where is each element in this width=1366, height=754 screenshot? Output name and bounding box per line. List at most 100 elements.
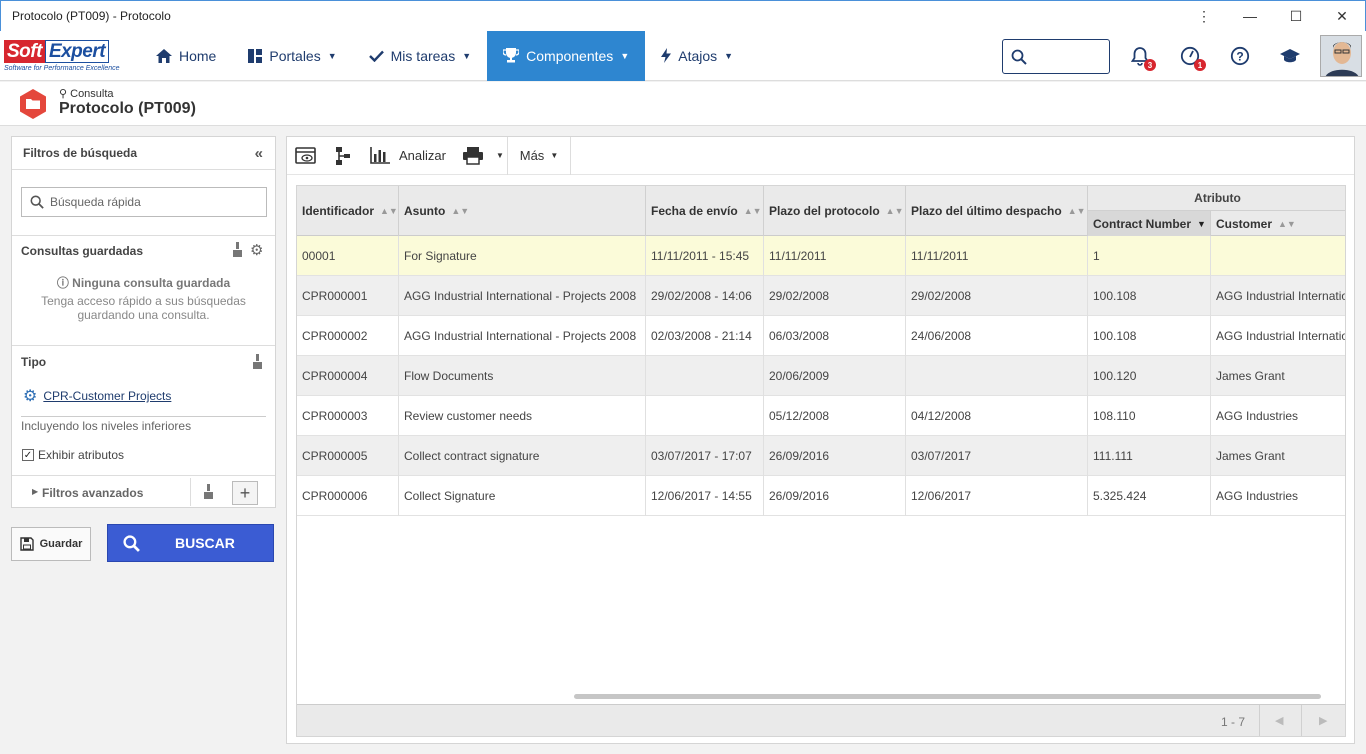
table-cell: 04/12/2008 xyxy=(906,396,1088,436)
column-header-label: Asunto xyxy=(404,204,446,218)
table-cell: 03/07/2017 xyxy=(906,436,1088,476)
print-options-dropdown[interactable]: ▼ xyxy=(493,137,507,175)
nav-portales[interactable]: Portales ▼ xyxy=(232,31,352,81)
filters-panel: Filtros de búsqueda « Búsqueda rápida Co… xyxy=(11,136,276,508)
table-row[interactable]: CPR000004 Flow Documents 20/06/2009 100.120… xyxy=(297,356,1345,396)
column-header[interactable]: Customer ▲▼ xyxy=(1211,211,1345,236)
gear-icon[interactable]: ⚙ xyxy=(250,241,263,259)
more-options-icon[interactable]: ⋮ xyxy=(1181,1,1227,31)
table-cell: For Signature xyxy=(399,236,646,276)
table-cell: Flow Documents xyxy=(399,356,646,396)
table-cell: 26/09/2016 xyxy=(764,436,906,476)
user-photo xyxy=(1321,36,1361,76)
notifications-button[interactable]: 3 xyxy=(1128,44,1156,71)
table-row[interactable]: CPR000006 Collect Signature 12/06/2017 - 1… xyxy=(297,476,1345,516)
print-button[interactable] xyxy=(453,137,493,175)
column-header-label: Identificador xyxy=(302,204,375,218)
nav-home[interactable]: Home xyxy=(140,31,232,81)
help-icon: ? xyxy=(1230,46,1250,66)
nav-atajos[interactable]: Atajos ▼ xyxy=(645,31,749,81)
table-cell: Collect contract signature xyxy=(399,436,646,476)
table-cell: James Grant xyxy=(1211,436,1345,476)
table-cell xyxy=(646,396,764,436)
search-button[interactable]: BUSCAR xyxy=(107,524,274,562)
table-cell: CPR000005 xyxy=(297,436,399,476)
table-cell: 06/03/2008 xyxy=(764,316,906,356)
saved-queries-title: Consultas guardadas xyxy=(21,244,144,258)
hierarchy-icon xyxy=(336,146,350,165)
workflow-button[interactable] xyxy=(323,137,363,175)
attribute-group-header: Atributo xyxy=(1088,186,1345,211)
table-cell xyxy=(646,356,764,396)
table-row[interactable]: CPR000003 Review customer needs 05/12/2008… xyxy=(297,396,1345,436)
clear-brush-icon[interactable] xyxy=(232,242,243,260)
no-saved-queries-title: ⓘ Ninguna consulta guardada xyxy=(12,274,275,291)
results-panel: Analizar ▼ Más ▼ Identificador ▲▼ Asunto ▲… xyxy=(286,136,1355,744)
table-row[interactable]: CPR000002 AGG Industrial International - … xyxy=(297,316,1345,356)
collapse-panel-icon[interactable]: « xyxy=(255,145,263,162)
horizontal-scrollbar[interactable] xyxy=(574,694,1321,699)
analyze-label: Analizar xyxy=(399,148,446,163)
nav-componentes[interactable]: Componentes ▼ xyxy=(487,30,646,81)
column-header-sorted[interactable]: Contract Number ▼ xyxy=(1088,211,1211,236)
graduation-cap-icon xyxy=(1280,49,1300,63)
alerts-button[interactable]: 1 xyxy=(1178,44,1206,71)
table-row[interactable]: 00001 For Signature 11/11/2011 - 15:45 11/1… xyxy=(297,236,1345,276)
quick-search-input[interactable]: Búsqueda rápida xyxy=(21,187,267,217)
help-button[interactable]: ? xyxy=(1228,44,1252,68)
add-filter-button[interactable]: + xyxy=(232,481,258,505)
previous-page-button[interactable]: ◀ xyxy=(1275,714,1283,727)
show-attributes-checkbox[interactable]: ✓ Exhibir atributos xyxy=(22,448,124,462)
view-button[interactable] xyxy=(287,137,323,175)
divider xyxy=(1259,705,1260,736)
close-button[interactable]: ✕ xyxy=(1319,1,1365,31)
analyze-button[interactable]: Analizar xyxy=(363,137,453,175)
type-value-link[interactable]: ⚙ CPR-Customer Projects xyxy=(23,386,171,406)
clear-brush-icon[interactable] xyxy=(252,354,263,372)
grid-footer: 1 - 7 ◀ ▶ xyxy=(297,704,1345,736)
softexpert-logo[interactable]: Soft Expert Software for Performance Exc… xyxy=(2,31,140,81)
global-search-input[interactable] xyxy=(1002,39,1110,74)
results-toolbar: Analizar ▼ Más ▼ xyxy=(287,136,1354,175)
home-icon xyxy=(156,48,172,63)
save-button[interactable]: Guardar xyxy=(11,527,91,561)
pagination-range: 1 - 7 xyxy=(1221,715,1246,729)
search-icon xyxy=(123,534,140,552)
advanced-filters-section[interactable]: ▶ Filtros avanzados + xyxy=(12,475,275,507)
table-cell: 108.110 xyxy=(1088,396,1211,436)
sort-descending-icon: ▼ xyxy=(1197,218,1206,229)
filters-header: Filtros de búsqueda « xyxy=(12,137,275,170)
sort-icon: ▲▼ xyxy=(380,206,398,216)
view-record-icon xyxy=(294,147,316,164)
table-row[interactable]: CPR000001 AGG Industrial International - … xyxy=(297,276,1345,316)
more-button[interactable]: Más ▼ xyxy=(508,137,570,175)
table-cell: 20/06/2009 xyxy=(764,356,906,396)
sort-icon: ▲▼ xyxy=(1067,206,1086,216)
sort-icon: ▲▼ xyxy=(451,206,470,216)
chevron-down-icon: ▼ xyxy=(327,50,337,61)
column-header[interactable]: Identificador ▲▼ xyxy=(297,186,399,236)
breadcrumb-search-icon: ⚲ xyxy=(59,88,68,100)
chevron-down-icon: ▼ xyxy=(550,151,559,160)
education-button[interactable] xyxy=(1278,44,1302,68)
column-header-label: Plazo del protocolo xyxy=(769,204,880,218)
column-header[interactable]: Fecha de envío ▲▼ xyxy=(646,186,764,236)
checkbox-checked-icon: ✓ xyxy=(22,449,34,461)
user-avatar[interactable] xyxy=(1320,35,1362,77)
info-icon: ⓘ xyxy=(56,276,69,290)
show-attributes-label: Exhibir atributos xyxy=(38,448,125,462)
minimize-button[interactable]: — xyxy=(1227,1,1273,31)
type-value: CPR-Customer Projects xyxy=(43,389,172,403)
column-header[interactable]: Plazo del protocolo ▲▼ xyxy=(764,186,906,236)
floppy-disk-icon xyxy=(19,537,34,551)
next-page-button[interactable]: ▶ xyxy=(1319,714,1327,727)
column-header[interactable]: Plazo del último despacho ▲▼ xyxy=(906,186,1088,236)
nav-mis-tareas[interactable]: Mis tareas ▼ xyxy=(353,31,488,81)
sort-icon: ▲▼ xyxy=(743,206,762,216)
column-header[interactable]: Asunto ▲▼ xyxy=(399,186,646,236)
table-row[interactable]: CPR000005 Collect contract signature 03/07… xyxy=(297,436,1345,476)
table-cell: AGG Industries xyxy=(1211,396,1345,436)
no-saved-queries-desc2: guardando una consulta. xyxy=(77,308,210,322)
clear-brush-icon[interactable] xyxy=(203,484,214,502)
maximize-button[interactable]: ☐ xyxy=(1273,1,1319,31)
